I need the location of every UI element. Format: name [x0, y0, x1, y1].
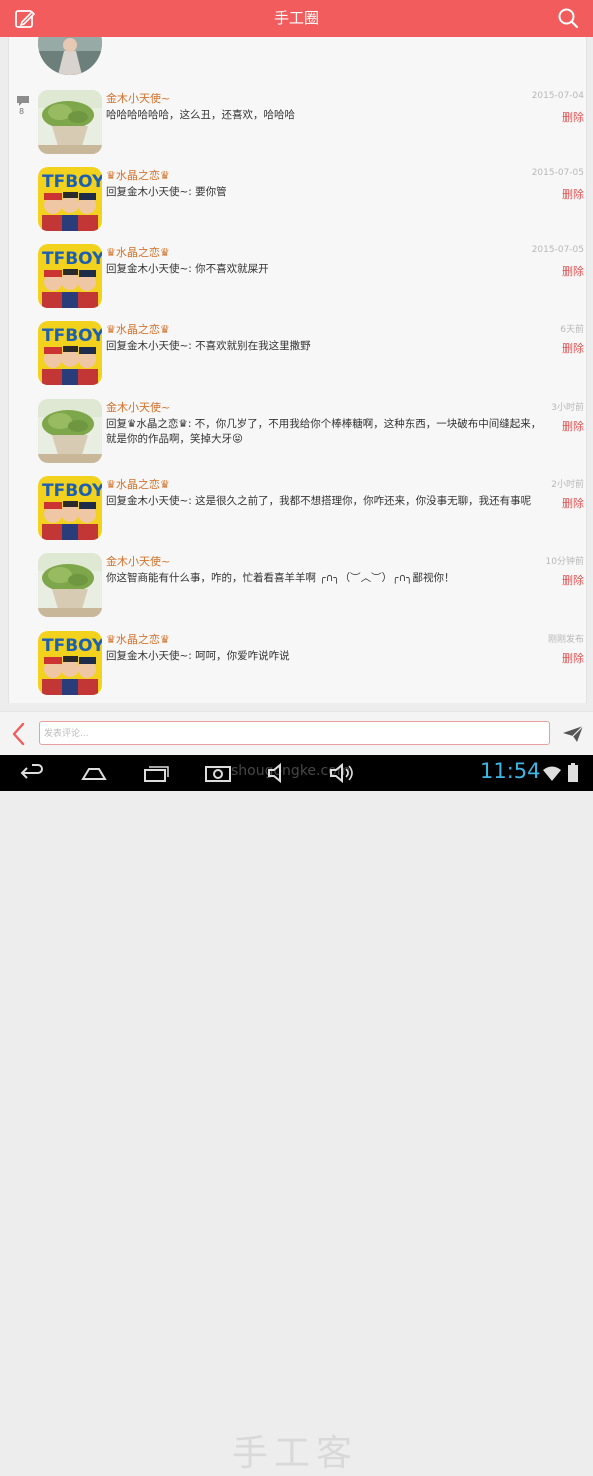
nav-back-icon[interactable]: [18, 761, 46, 785]
comment-author[interactable]: ♛水晶之恋♛: [106, 476, 170, 492]
comment-author[interactable]: ♛水晶之恋♛: [106, 167, 170, 183]
comment-count: 8: [19, 107, 25, 116]
user-avatar[interactable]: [38, 90, 102, 154]
comment-list: 8 金木小天使~ 2015-07-04 哈哈哈哈哈哈，这么丑，还喜欢，哈哈哈 删除 TF…: [8, 37, 587, 703]
comment-text: 你这智商能有什么事，咋的，忙着看喜羊羊啊 ╭∩╮（︶︿︶）╭∩╮鄙视你！: [106, 572, 455, 584]
user-avatar[interactable]: TFBOYS: [38, 631, 102, 695]
delete-link[interactable]: 删除: [562, 650, 584, 666]
delete-link[interactable]: 删除: [562, 340, 584, 356]
comment-composer: 发表评论... 手工客: [0, 711, 593, 1474]
comment-item: TFBOYS♛水晶之恋♛ 2015-07-05 回复金木小天使~: 要你管 删除: [38, 167, 584, 237]
status-clock: 11:54: [480, 759, 541, 783]
comment-icon: [17, 96, 29, 106]
comment-text: 哈哈哈哈哈哈，这么丑，还喜欢，哈哈哈: [106, 109, 295, 121]
comment-author[interactable]: 金木小天使~: [106, 90, 170, 106]
comment-item: 金木小天使~ 10分钟前你这智商能有什么事，咋的，忙着看喜羊羊啊 ╭∩╮（︶︿︶）…: [38, 553, 584, 623]
comment-text: 回复♛水晶之恋♛: 不，你几岁了，不用我给你个棒棒糖啊，这种东西，一块破布中间缝…: [106, 418, 542, 445]
comment-timestamp: 刚刚发布: [547, 635, 584, 645]
screenshot-icon[interactable]: [204, 761, 232, 785]
comment-text: 回复金木小天使~: 呵呵，你爱咋说咋说: [106, 650, 290, 662]
comment-author[interactable]: ♛水晶之恋♛: [106, 321, 170, 337]
user-avatar[interactable]: [38, 399, 102, 463]
comment-item: TFBOYS♛水晶之恋♛ 刚刚发布回复金木小天使~: 呵呵，你爱咋说咋说 删除: [38, 631, 584, 701]
comment-input[interactable]: 发表评论...: [39, 721, 550, 745]
user-avatar[interactable]: TFBOYS: [38, 321, 102, 385]
volume-up-icon[interactable]: [328, 761, 356, 785]
volume-down-icon[interactable]: [266, 761, 294, 785]
comment-timestamp: 2015-07-05: [531, 245, 584, 255]
delete-link[interactable]: 删除: [562, 495, 584, 511]
svg-text:TFBOYS: TFBOYS: [42, 326, 102, 346]
watermark-logo: 手工客: [232, 1433, 359, 1474]
system-nav-bar: shougongke.com 11:54: [0, 755, 593, 791]
user-avatar[interactable]: TFBOYS: [38, 244, 102, 308]
comment-timestamp: 6天前: [560, 325, 584, 335]
comment-item: 金木小天使~ 2015-07-04 哈哈哈哈哈哈，这么丑，还喜欢，哈哈哈 删除: [38, 90, 584, 160]
comment-text: 回复金木小天使~: 不喜欢就别在我这里撒野: [106, 340, 311, 352]
delete-link[interactable]: 删除: [562, 572, 584, 588]
page-title: 手工圈: [273, 9, 319, 27]
comment-text: 回复金木小天使~: 你不喜欢就屎开: [106, 263, 269, 275]
user-avatar[interactable]: TFBOYS: [38, 476, 102, 540]
comment-item: TFBOYS♛水晶之恋♛ 2015-07-05 回复金木小天使~: 你不喜欢就屎开 删…: [38, 244, 584, 314]
user-avatar[interactable]: TFBOYS: [38, 167, 102, 231]
send-icon[interactable]: [562, 725, 584, 743]
comment-text: 回复金木小天使~: 要你管: [106, 186, 227, 198]
delete-link[interactable]: 删除: [562, 263, 584, 279]
delete-link[interactable]: 删除: [562, 418, 584, 434]
battery-icon: [568, 763, 578, 782]
comment-item: 金木小天使~ 3小时前 回复♛水晶之恋♛: 不，你几岁了，不用我给你个棒棒糖啊，这种…: [38, 399, 584, 469]
comment-author[interactable]: 金木小天使~: [106, 399, 170, 415]
comment-author[interactable]: ♛水晶之恋♛: [106, 631, 170, 647]
comment-author[interactable]: 金木小天使~: [106, 553, 170, 569]
comment-author[interactable]: ♛水晶之恋♛: [106, 244, 170, 260]
comment-timestamp: 2015-07-04: [531, 91, 584, 101]
comment-item: TFBOYS♛水晶之恋♛ 6天前回复金木小天使~: 不喜欢就别在我这里撒野 删除: [38, 321, 584, 391]
comment-timestamp: 2015-07-05: [531, 168, 584, 178]
svg-text:TFBOYS: TFBOYS: [42, 172, 102, 192]
wifi-icon: [543, 766, 561, 781]
comment-timestamp: 2小时前: [551, 480, 584, 490]
post-author-avatar[interactable]: [38, 37, 102, 75]
comment-timestamp: 3小时前: [551, 403, 584, 413]
delete-link[interactable]: 删除: [562, 109, 584, 125]
back-icon[interactable]: [11, 722, 25, 746]
comment-item: TFBOYS♛水晶之恋♛ 2小时前回复金木小天使~: 这是很久之前了，我都不想搭理…: [38, 476, 584, 546]
delete-link[interactable]: 删除: [562, 186, 584, 202]
comment-timestamp: 10分钟前: [545, 557, 584, 567]
nav-recent-icon[interactable]: [142, 761, 170, 785]
user-avatar[interactable]: [38, 553, 102, 617]
comment-text: 回复金木小天使~: 这是很久之前了，我都不想搭理你，你咋还来，你没事无聊，我还有…: [106, 495, 532, 507]
nav-home-icon[interactable]: [80, 761, 108, 785]
svg-text:TFBOYS: TFBOYS: [42, 481, 102, 501]
top-bar: 手工圈: [0, 0, 593, 37]
svg-text:TFBOYS: TFBOYS: [42, 636, 102, 656]
search-icon[interactable]: [557, 7, 579, 29]
svg-text:TFBOYS: TFBOYS: [42, 249, 102, 269]
